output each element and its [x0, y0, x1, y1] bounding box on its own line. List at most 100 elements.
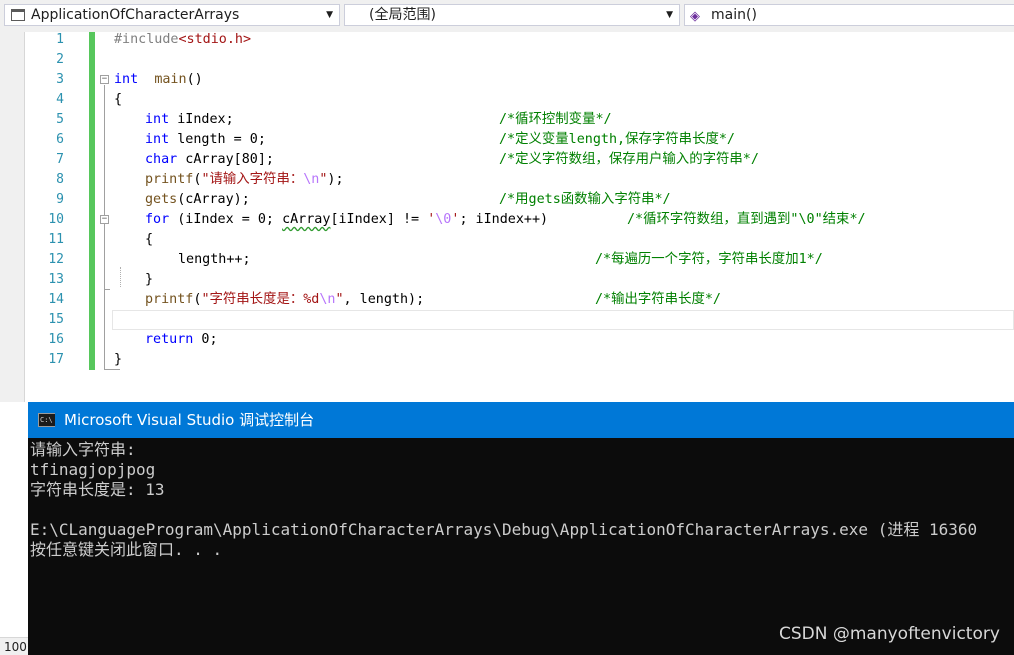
code-token: printf [145, 292, 194, 307]
code-token: char [145, 152, 178, 167]
console-output-line: E:\CLanguageProgram\ApplicationOfCharact… [30, 520, 978, 539]
code-token: main [154, 72, 187, 87]
code-comment: /*循环字符数组，直到遇到"\0"结束*/ [627, 212, 866, 227]
line-number: 15 [48, 312, 64, 327]
code-line-4: { [114, 92, 123, 107]
code-line-6: int length = 0; [145, 130, 266, 150]
line-number: 14 [48, 292, 64, 307]
code-token: return [145, 332, 194, 347]
debug-console-window[interactable]: C:\ Microsoft Visual Studio 调试控制台 请输入字符串… [28, 402, 1014, 655]
watermark: CSDN @manyoftenvictory [779, 624, 1000, 644]
code-comment: /*用gets函数输入字符串*/ [499, 192, 671, 207]
console-app-icon: C:\ [38, 413, 55, 427]
code-line-11: { [145, 232, 154, 247]
code-token: length = 0; [169, 132, 266, 147]
code-token: [iIndex] != [330, 212, 428, 227]
project-dropdown-label: ApplicationOfCharacterArrays [31, 7, 240, 23]
line-number: 16 [48, 332, 64, 347]
line-number: 7 [56, 152, 64, 167]
function-cube-icon: ◈ [690, 9, 700, 24]
code-token: "请输入字符串： [201, 172, 304, 187]
project-icon [11, 9, 25, 21]
line-number: 4 [56, 92, 64, 107]
code-token: " [335, 292, 344, 307]
scope-dropdown[interactable]: (全局范围) ▼ [344, 4, 680, 26]
code-token: \n [319, 292, 336, 307]
code-token-warning[interactable]: cArray [282, 212, 330, 227]
code-token: <stdio.h> [178, 32, 252, 47]
code-token: ); [327, 172, 344, 187]
line-number: 8 [56, 172, 64, 187]
code-token: int [145, 132, 170, 147]
code-token: "字符串长度是：%d [201, 292, 320, 307]
code-comment: /*每遍历一个字符，字符串长度加1*/ [595, 252, 823, 267]
line-number: 1 [56, 32, 64, 47]
code-token: ; iIndex++) [459, 212, 549, 227]
code-line-13: } [145, 272, 154, 287]
code-line-17: } [114, 352, 123, 367]
outline-guide-for-end [104, 289, 110, 290]
change-tracking-bar [89, 32, 95, 370]
code-line-3: int main() [114, 70, 203, 90]
code-line-16: return 0; [145, 330, 218, 350]
code-token: cArray[80]; [177, 152, 274, 167]
line-number: 10 [48, 212, 64, 227]
line-number: 12 [48, 252, 64, 267]
chevron-down-icon[interactable]: ▼ [326, 5, 333, 25]
project-dropdown[interactable]: ApplicationOfCharacterArrays ▼ [4, 4, 340, 26]
code-token: gets [145, 192, 178, 207]
line-number: 11 [48, 232, 64, 247]
console-title-bar[interactable]: C:\ Microsoft Visual Studio 调试控制台 [28, 402, 1014, 438]
code-comment: /*定义字符数组，保存用户输入的字符串*/ [499, 152, 759, 167]
member-dropdown-label: main() [711, 7, 757, 23]
zoom-level[interactable]: 100 [0, 637, 28, 655]
code-line-8: printf("请输入字符串：\n"); [145, 170, 344, 190]
console-output-line: 字符串长度是: 13 [30, 480, 165, 499]
code-token: , length); [343, 292, 425, 307]
navigation-bar: ApplicationOfCharacterArrays ▼ (全局范围) ▼ … [0, 0, 1014, 33]
line-number: 17 [48, 352, 64, 367]
code-token: iIndex; [169, 112, 234, 127]
outline-guide-for [104, 225, 105, 289]
code-token: int [145, 112, 170, 127]
member-dropdown[interactable]: ◈ main() [684, 4, 1014, 26]
line-number: 3 [56, 72, 64, 87]
console-output-line: tfinagjopjpog [30, 460, 156, 479]
code-line-7: char cArray[80]; [145, 150, 274, 170]
console-title: Microsoft Visual Studio 调试控制台 [64, 411, 315, 429]
code-comment: /*定义变量length,保存字符串长度*/ [499, 132, 735, 147]
code-line-14: printf("字符串长度是：%d\n", length); [145, 290, 424, 310]
code-line-12: length++; [178, 252, 251, 267]
collapse-main-button[interactable]: − [100, 75, 109, 84]
code-editor[interactable]: 1 2 3 4 5 6 7 8 9 10 11 12 13 14 15 16 1… [0, 32, 1014, 402]
code-line-5: int iIndex; [145, 110, 234, 130]
code-token: () [186, 72, 203, 87]
code-line-9: gets(cArray); [145, 190, 250, 210]
code-comment: /*输出字符串长度*/ [595, 292, 721, 307]
line-number: 2 [56, 52, 64, 67]
code-token: for [145, 212, 170, 227]
console-output-line: 按任意键关闭此窗口. . . [30, 540, 223, 559]
console-app-icon-text: C:\ [39, 414, 55, 426]
code-token: (iIndex = 0; [169, 212, 283, 227]
code-token: 0; [193, 332, 218, 347]
code-token: #include [114, 32, 179, 47]
code-token: printf [145, 172, 194, 187]
indent-guide [120, 267, 122, 287]
line-number: 9 [56, 192, 64, 207]
code-line-1: #include<stdio.h> [114, 30, 251, 50]
line-number: 6 [56, 132, 64, 147]
line-number: 5 [56, 112, 64, 127]
current-line-highlight [112, 310, 1014, 330]
scope-dropdown-label: (全局范围) [369, 7, 436, 23]
collapse-for-button[interactable]: − [100, 215, 109, 224]
code-token: \0 [435, 212, 452, 227]
code-comment: /*循环控制变量*/ [499, 112, 612, 127]
code-token: (cArray); [177, 192, 250, 207]
code-token: \n [303, 172, 320, 187]
editor-left-margin [0, 32, 25, 402]
code-token: int [114, 72, 139, 87]
line-number: 13 [48, 272, 64, 287]
chevron-down-icon[interactable]: ▼ [666, 5, 673, 25]
console-output-line: 请输入字符串: [30, 440, 136, 459]
